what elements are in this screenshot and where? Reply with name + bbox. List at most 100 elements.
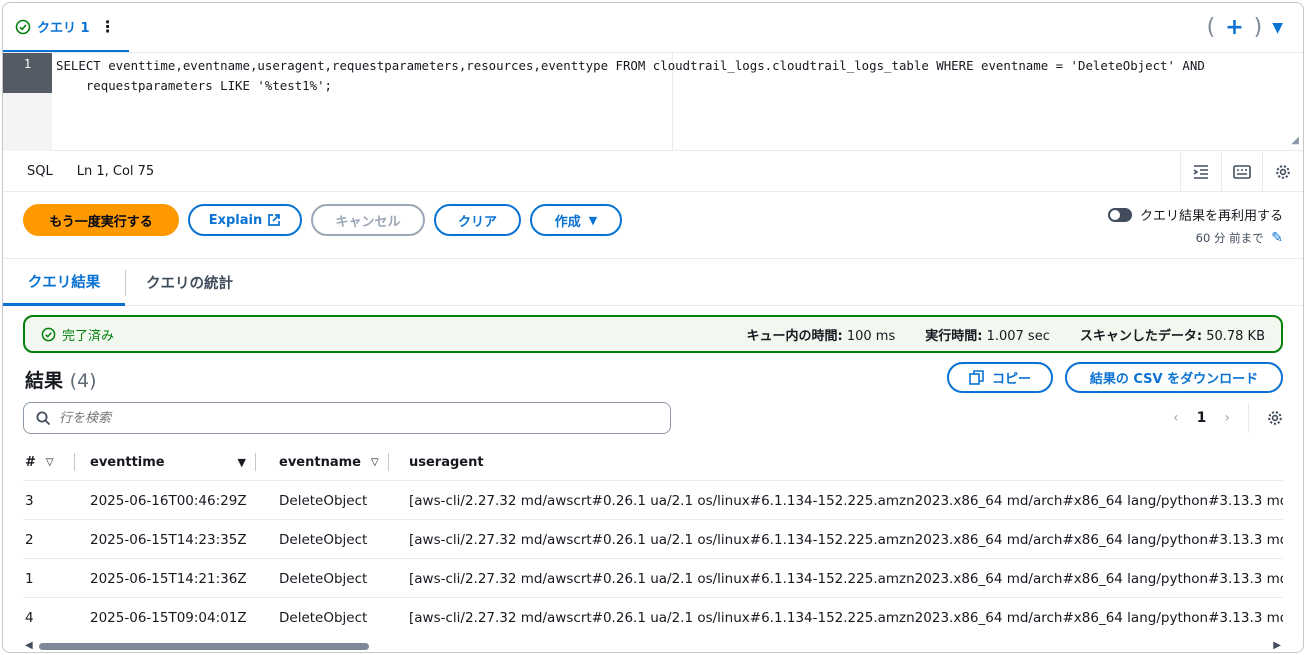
query-stats: キュー内の時間: 100 ms 実行時間: 1.007 sec スキャンしたデー…	[747, 325, 1266, 344]
tab-actions: ( + ) ▼	[1207, 15, 1283, 40]
check-circle-icon	[15, 19, 31, 34]
queue-time: キュー内の時間: 100 ms	[747, 325, 896, 344]
next-page-icon[interactable]: ›	[1224, 410, 1230, 426]
tab-menu-caret-icon[interactable]: ▼	[1272, 20, 1283, 36]
scroll-left-icon[interactable]: ◀	[25, 640, 33, 651]
cursor-position: Ln 1, Col 75	[76, 163, 155, 179]
pagination: ‹ 1 ›	[1173, 403, 1283, 433]
more-options-icon[interactable]: ⋮	[100, 17, 116, 36]
format-query-icon[interactable]	[1180, 151, 1221, 192]
col-num-header[interactable]: # ▽	[25, 443, 75, 481]
cancel-button[interactable]: キャンセル	[311, 204, 425, 236]
results-count: (4)	[69, 370, 97, 392]
sql-code[interactable]: SELECT eventtime,eventname,useragent,req…	[56, 56, 1296, 96]
copy-label: コピー	[991, 372, 1031, 387]
table-row[interactable]: 1 2025-06-15T14:21:36Z DeleteObject [aws…	[23, 559, 1283, 598]
editor-gutter: 1	[3, 53, 52, 151]
add-query-icon[interactable]: +	[1225, 15, 1243, 40]
copy-icon	[969, 370, 984, 385]
cell-useragent: [aws-cli/2.27.32 md/awscrt#0.26.1 ua/2.1…	[409, 492, 1283, 509]
resize-handle-icon[interactable]: ◢	[1291, 135, 1299, 146]
download-csv-button[interactable]: 結果の CSV をダウンロード	[1065, 362, 1283, 393]
tab-query-stats[interactable]: クエリの統計	[126, 259, 253, 306]
close-paren: )	[1253, 15, 1263, 40]
col-useragent-header[interactable]: useragent	[409, 443, 484, 481]
scrollbar-thumb[interactable]	[39, 643, 369, 650]
explain-button[interactable]: Explain	[188, 204, 302, 236]
current-page[interactable]: 1	[1197, 410, 1207, 426]
query-tab-bar: クエリ 1 ⋮ ( + ) ▼	[3, 3, 1303, 53]
reuse-age: 60 分 前まで	[1195, 231, 1264, 245]
tab-query-results[interactable]: クエリ結果	[3, 259, 125, 306]
keyboard-shortcuts-icon[interactable]	[1221, 151, 1262, 192]
external-link-icon	[268, 214, 281, 226]
sort-icon: ▽	[45, 456, 54, 468]
table-settings-icon[interactable]	[1267, 410, 1283, 426]
results-table: # ▽ eventtime ▼ eventname ▽ useragent 3 …	[23, 443, 1283, 639]
status-text: 完了済み	[62, 328, 115, 344]
column-separator[interactable]	[74, 453, 75, 471]
scroll-right-icon[interactable]: ▶	[1273, 640, 1281, 651]
cell-num: 4	[25, 609, 34, 626]
row-search[interactable]	[23, 402, 671, 434]
status-banner: 完了済み キュー内の時間: 100 ms 実行時間: 1.007 sec スキャ…	[23, 315, 1283, 353]
cell-eventname: DeleteObject	[279, 492, 368, 509]
code-line-1: SELECT eventtime,eventname,useragent,req…	[56, 58, 1205, 73]
cell-eventtime: 2025-06-15T14:21:36Z	[90, 570, 247, 587]
explain-label: Explain	[208, 212, 263, 228]
cell-useragent: [aws-cli/2.27.32 md/awscrt#0.26.1 ua/2.1…	[409, 570, 1283, 587]
results-actions: コピー 結果の CSV をダウンロード	[947, 362, 1283, 393]
pager-separator	[1248, 403, 1249, 433]
column-separator[interactable]	[388, 453, 389, 471]
reuse-results-toggle[interactable]	[1107, 207, 1132, 222]
col-eventtime-header[interactable]: eventtime ▼	[90, 443, 256, 481]
language-label: SQL	[27, 163, 53, 179]
queue-time-label: キュー内の時間:	[746, 328, 843, 344]
horizontal-scrollbar[interactable]: ◀ ▶	[23, 640, 1283, 652]
editor-settings-icon[interactable]	[1262, 151, 1303, 192]
search-input[interactable]	[59, 410, 619, 426]
query-actions: もう一度実行する Explain キャンセル クリア 作成 ▼	[23, 204, 622, 236]
search-icon	[36, 411, 51, 425]
table-row[interactable]: 3 2025-06-16T00:46:29Z DeleteObject [aws…	[23, 481, 1283, 520]
column-separator[interactable]	[255, 453, 256, 471]
cell-eventtime: 2025-06-16T00:46:29Z	[90, 492, 247, 509]
code-line-2: requestparameters LIKE '%test1%';	[56, 78, 333, 93]
prev-page-icon[interactable]: ‹	[1173, 410, 1179, 426]
result-tabs: クエリ結果 クエリの統計	[3, 259, 1303, 306]
cell-eventtime: 2025-06-15T09:04:01Z	[90, 609, 247, 626]
cell-eventname: DeleteObject	[279, 531, 368, 548]
editor-status-bar: SQL Ln 1, Col 75	[3, 151, 1303, 192]
queue-time-value: 100 ms	[846, 328, 896, 344]
clear-button[interactable]: クリア	[434, 204, 521, 236]
create-button[interactable]: 作成 ▼	[530, 204, 622, 236]
col-useragent-label: useragent	[409, 454, 484, 470]
create-label: 作成	[554, 214, 581, 230]
data-scanned-label: スキャンしたデータ:	[1079, 328, 1203, 344]
status-completed: 完了済み	[41, 325, 114, 344]
sort-icon: ▽	[370, 456, 379, 468]
cell-num: 2	[25, 531, 34, 548]
col-eventname-header[interactable]: eventname ▽	[279, 443, 389, 481]
data-scanned-value: 50.78 KB	[1206, 328, 1265, 344]
table-row[interactable]: 2 2025-06-15T14:23:35Z DeleteObject [aws…	[23, 520, 1283, 559]
query-tab-label: クエリ 1	[37, 21, 90, 36]
copy-button[interactable]: コピー	[947, 362, 1053, 393]
exec-time-value: 1.007 sec	[986, 328, 1050, 344]
line-number: 1	[3, 53, 52, 93]
cell-num: 1	[25, 570, 34, 587]
query-tab[interactable]: クエリ 1 ⋮	[3, 3, 129, 52]
table-row[interactable]: 4 2025-06-15T09:04:01Z DeleteObject [aws…	[23, 598, 1283, 637]
run-again-button[interactable]: もう一度実行する	[23, 204, 179, 236]
cell-eventtime: 2025-06-15T14:23:35Z	[90, 531, 247, 548]
cell-useragent: [aws-cli/2.27.32 md/awscrt#0.26.1 ua/2.1…	[409, 531, 1283, 548]
reuse-results: クエリ結果を再利用する 60 分 前まで ✎	[1107, 205, 1283, 246]
sql-editor[interactable]: 1 SELECT eventtime,eventname,useragent,r…	[3, 53, 1303, 151]
col-eventtime-label: eventtime	[90, 454, 165, 470]
edit-pencil-icon[interactable]: ✎	[1271, 230, 1283, 246]
col-num-label: #	[25, 454, 36, 470]
data-scanned: スキャンしたデータ: 50.78 KB	[1080, 325, 1265, 344]
exec-time-label: 実行時間:	[925, 328, 983, 344]
check-circle-icon	[41, 327, 56, 341]
reuse-results-label: クエリ結果を再利用する	[1139, 209, 1283, 224]
